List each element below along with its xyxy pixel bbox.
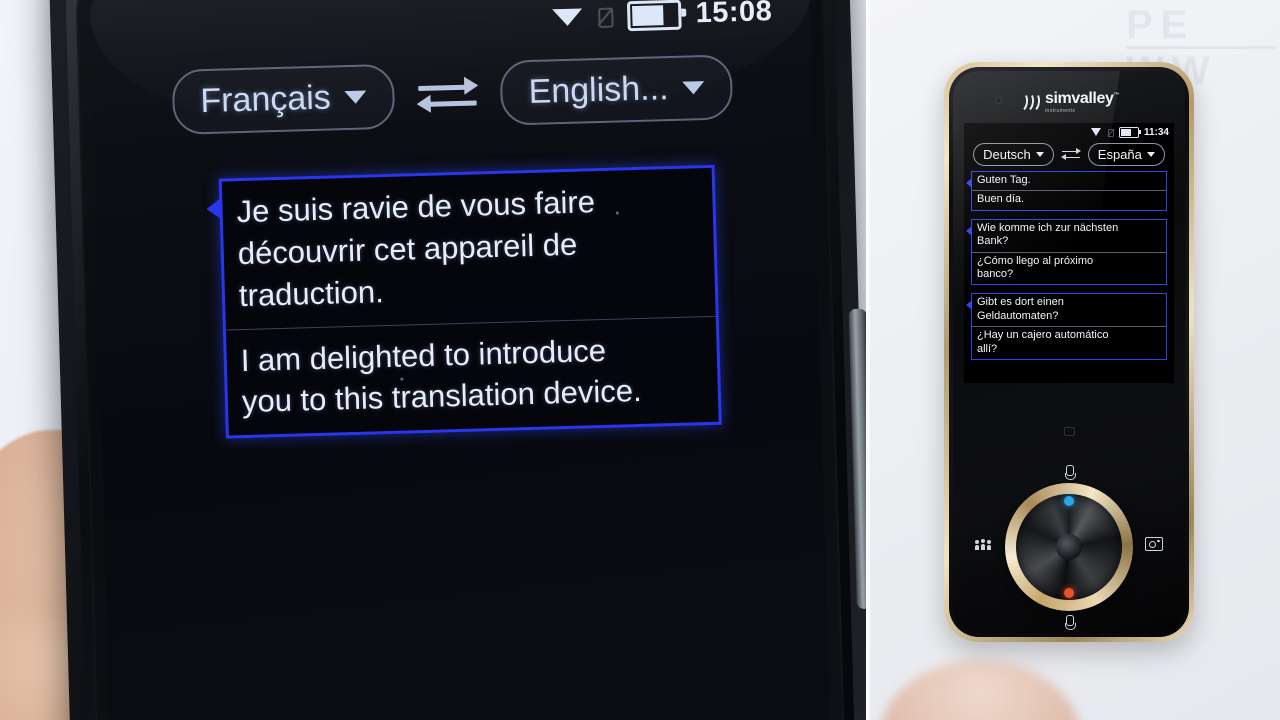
hardware-controls-area: [953, 387, 1185, 633]
hand-blurred-background: [880, 660, 1080, 720]
dial-indicator-blue[interactable]: [1064, 496, 1074, 506]
microphone-icon[interactable]: [1064, 615, 1076, 630]
battery-icon: [1118, 127, 1142, 138]
dial-indicator-red[interactable]: [1064, 588, 1074, 598]
contacts-icon[interactable]: [975, 539, 991, 551]
screen-speck: [400, 377, 404, 381]
device-front-face: simvalley™ instruments 11:34: [953, 71, 1185, 633]
camera-icon[interactable]: [1145, 537, 1163, 551]
bubble-target-text: I am delighted to introduce you to this …: [226, 316, 719, 435]
dial-hub: [1056, 534, 1082, 560]
rotary-dial[interactable]: [1005, 483, 1133, 611]
bubble-source-text: Je suis ravie de vous faire découvrir ce…: [221, 167, 716, 331]
status-time: 11:34: [1143, 127, 1169, 138]
right-product-panel: PE WW simvalley™ instruments: [870, 0, 1280, 720]
translation-bubble[interactable]: Je suis ravie de vous faire découvrir ce…: [206, 164, 722, 439]
screen-speck: [615, 211, 619, 215]
large-translator-device: 15:08 Français English...: [48, 0, 868, 720]
small-translator-device: simvalley™ instruments 11:34: [944, 62, 1194, 642]
home-marker-icon: [1064, 427, 1075, 436]
bubble-tail-icon: [206, 197, 222, 221]
chevron-down-icon: [1146, 152, 1155, 157]
watermark: PE WW: [1126, 3, 1280, 91]
screenshot-stage: 15:08 Français English...: [0, 0, 1280, 720]
left-photo-panel: 15:08 Français English...: [0, 0, 868, 720]
microphone-icon[interactable]: [1064, 465, 1076, 480]
watermark-line-1: PE: [1126, 3, 1196, 47]
